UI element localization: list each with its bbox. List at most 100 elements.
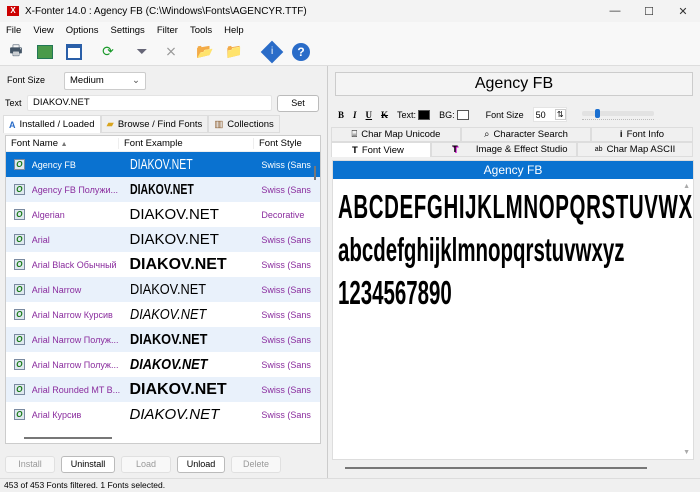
font-list-row[interactable]: O Algerian DIAKOV.NET Decorative [6,202,320,227]
font-view-icon: T [352,144,358,156]
refresh-icon[interactable]: ⟳ [98,42,118,62]
info-icon[interactable]: i [260,40,284,63]
italic-button[interactable]: I [353,110,357,120]
horizontal-scrollbar[interactable] [24,437,112,439]
font-name: Arial Narrow [31,284,82,295]
menu-file[interactable]: File [6,25,21,36]
tab-font-info[interactable]: i Font Info [591,127,693,142]
load-button[interactable]: Load [121,456,171,473]
opentype-font-icon: O [14,159,25,170]
font-example: DIAKOV.NET [130,231,262,248]
help-icon[interactable]: ? [291,42,311,62]
tab-image-effect-studio[interactable]: T Image & Effect Studio [431,142,577,157]
tab-char-map-ascii[interactable]: ab Char Map ASCII [577,142,693,157]
opentype-font-icon: O [14,334,25,345]
print-icon[interactable]: 🖶 [6,42,26,62]
column-font-style[interactable]: Font Style [254,138,302,149]
uninstall-button[interactable]: Uninstall [61,456,115,473]
tabs-row-1: ⌸ Char Map Unicode ⌕ Character Search i Fon… [331,127,693,142]
font-example-text: DIAKOV.NET [129,380,227,398]
font-name: Algerian [31,209,65,220]
clear-filter-icon[interactable]: ⨯ [161,42,181,62]
minimize-button[interactable]: — [598,5,632,17]
font-list-row[interactable]: O Agency FB Полужи... DIAKOV.NET Swiss (San… [6,177,320,202]
ascii-icon: ab [594,146,603,153]
tab-character-search[interactable]: ⌕ Character Search [461,127,591,142]
action-buttons: Install Uninstall Load Unload Delete [5,456,281,473]
install-button[interactable]: Install [5,456,55,473]
column-font-example[interactable]: Font Example [119,138,254,149]
sample-text-input[interactable]: DIAKOV.NET [27,95,272,111]
vertical-scrollbar[interactable] [314,166,316,180]
tab-installed-loaded[interactable]: A Installed / Loaded [3,115,101,133]
font-size-spinner[interactable]: 50 ⇅ [532,107,567,122]
menu-help[interactable]: Help [224,25,244,36]
export-icon[interactable]: 📁 [224,42,244,62]
font-style: Swiss (Sans [261,359,311,370]
menu-settings[interactable]: Settings [110,25,144,36]
font-name: Arial Black Обычный [31,259,117,270]
bg-color-swatch[interactable] [456,109,469,120]
underline-button[interactable]: U [366,110,373,120]
preview-horizontal-scrollbar[interactable] [345,467,647,469]
close-button[interactable]: ✕ [666,5,700,18]
maximize-button[interactable]: ☐ [632,5,666,18]
tab-char-map-unicode[interactable]: ⌸ Char Map Unicode [331,127,461,142]
filter-icon[interactable]: ⏷ [132,42,152,62]
font-size-label-right: Font Size [485,109,524,120]
tab-browse-find-fonts[interactable]: ▰ Browse / Find Fonts [100,115,209,133]
font-list-row[interactable]: O Arial Narrow DIAKOV.NET Swiss (Sans [6,277,320,302]
font-style: Swiss (Sans [261,334,311,345]
font-list-row[interactable]: O Arial Narrow Полуж... DIAKOV.NET Swiss (S… [6,352,320,377]
slider-thumb[interactable] [595,108,600,118]
spin-icon[interactable]: ⇅ [554,109,566,120]
font-example: DIAKOV.NET [130,331,262,348]
tab-font-view[interactable]: T Font View [331,142,431,157]
bg-color-label: BG: [439,109,455,120]
scroll-down-icon[interactable]: ▼ [683,449,690,456]
bold-button[interactable]: B [338,110,344,120]
scroll-up-icon[interactable]: ▲ [683,183,690,190]
menu-tools[interactable]: Tools [190,25,212,36]
opentype-font-icon: O [14,309,25,320]
opentype-font-icon: O [14,409,25,420]
delete-button[interactable]: Delete [231,456,281,473]
tab-label: Collections [227,118,274,130]
font-style: Swiss (Sans [261,309,311,320]
font-example-text: DIAKOV.NET [129,231,219,248]
font-preview-pane: Agency FB ABCDEFGHIJKLMNOPQRSTUVWX abcde… [332,160,694,460]
font-list-row[interactable]: O Arial Black Обычный DIAKOV.NET Swiss (San… [6,252,320,277]
status-bar: 453 of 453 Fonts filtered. 1 Fonts selec… [0,478,700,492]
menu-filter[interactable]: Filter [157,25,178,36]
font-example: DIAKOV.NET [130,206,262,223]
menu-options[interactable]: Options [66,25,99,36]
font-title-box: Agency FB [335,72,693,96]
unload-button[interactable]: Unload [177,456,225,473]
set-button[interactable]: Set [277,95,319,112]
window-icon[interactable] [64,42,84,62]
font-size-slider[interactable] [581,108,654,122]
strikethrough-button[interactable]: K [381,110,388,120]
tab-collections[interactable]: ▥ Collections [208,115,280,133]
splitter[interactable] [327,66,328,478]
column-font-name[interactable]: Font Name ▲ [6,138,119,149]
text-label: Text [5,98,22,108]
font-list-row[interactable]: O Arial Курсив DIAKOV.NET Swiss (Sans [6,402,320,427]
font-example-text: DIAKOV.NET [129,406,220,423]
font-list-row[interactable]: O Agency FB DIAKOV.NET Swiss (Sans [6,152,320,177]
font-size-select[interactable]: Medium ⌄ [64,72,146,90]
font-list-row[interactable]: O Arial Narrow Курсив DIAKOV.NET Swiss (San… [6,302,320,327]
font-list[interactable]: Font Name ▲ Font Example Font Style O Age… [5,135,321,444]
folder-icon: ▰ [106,118,114,130]
table-icon[interactable] [35,42,55,62]
font-name: Arial Rounded MT B... [31,384,121,395]
font-size-label: Font Size [7,75,46,85]
tab-label: Character Search [493,129,568,140]
font-folder-icon[interactable]: 📂 [195,42,215,62]
menu-view[interactable]: View [33,25,53,36]
font-list-row[interactable]: O Arial Narrow Полуж... DIAKOV.NET Swiss (S… [6,327,320,352]
font-list-row[interactable]: O Arial DIAKOV.NET Swiss (Sans [6,227,320,252]
text-color-swatch[interactable] [418,109,431,120]
font-list-row[interactable]: O Arial Rounded MT B... DIAKOV.NET Swiss (S… [6,377,320,402]
font-name: Arial [31,234,50,245]
